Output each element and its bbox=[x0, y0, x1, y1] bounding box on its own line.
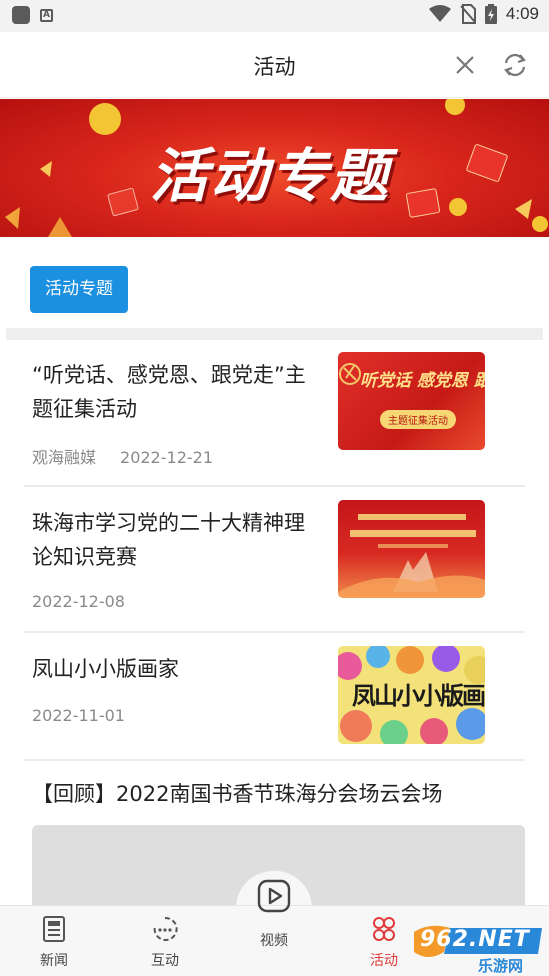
watermark-subtext: 乐游网 bbox=[478, 957, 524, 975]
article-date: 2022-12-21 bbox=[120, 448, 213, 467]
activity-icon bbox=[373, 917, 395, 941]
article-source: 观海融媒 bbox=[32, 448, 97, 467]
banner-title: 活动专题 bbox=[150, 142, 391, 210]
tab-news[interactable]: 新闻 bbox=[24, 914, 84, 970]
site-watermark: 962.NET 乐游网 bbox=[410, 922, 546, 975]
row-divider bbox=[24, 759, 525, 761]
play-icon bbox=[257, 879, 291, 913]
tab-label: 视频 bbox=[260, 933, 288, 949]
section-divider bbox=[6, 328, 543, 340]
activity-topic-button[interactable]: 活动专题 bbox=[30, 266, 128, 313]
tab-label: 活动 bbox=[370, 953, 398, 969]
status-bar: A 4:09 bbox=[0, 0, 549, 32]
battery-icon bbox=[484, 4, 497, 24]
article-item[interactable]: “听党话、感党恩、跟党走”主题征集活动 观海融媒 2022-12-21 听党话 感… bbox=[32, 352, 525, 478]
tab-interaction[interactable]: 互动 bbox=[135, 914, 195, 970]
article-title: “听党话、感党恩、跟党走”主题征集活动 bbox=[32, 363, 306, 421]
wifi-icon bbox=[428, 5, 451, 22]
tab-activity[interactable]: 活动 bbox=[354, 914, 414, 970]
notification-icon bbox=[12, 6, 30, 24]
article-thumbnail: 听党话 感党恩 跟党走 主题征集活动 bbox=[338, 352, 485, 450]
row-divider bbox=[24, 631, 525, 633]
tab-label: 新闻 bbox=[40, 953, 68, 969]
article-meta: 观海融媒 2022-12-21 bbox=[32, 444, 213, 468]
article-title: 凤山小小版画家 bbox=[32, 657, 179, 681]
thumbnail-title: 听党话 感党恩 跟党走 bbox=[360, 371, 485, 391]
font-a-icon: A bbox=[40, 8, 53, 22]
article-date: 2022-12-08 bbox=[32, 592, 125, 611]
activity-banner[interactable]: 活动专题 bbox=[0, 99, 549, 237]
article-title: 珠海市学习党的二十大精神理论知识竞赛 bbox=[32, 511, 305, 569]
close-icon[interactable] bbox=[450, 50, 480, 80]
article-meta: 2022-11-01 bbox=[32, 706, 125, 725]
article-thumbnail: 凤山小小版画家 bbox=[338, 646, 485, 744]
article-thumbnail bbox=[338, 500, 485, 598]
article-meta: 2022-12-08 bbox=[32, 592, 125, 611]
thumbnail-subtitle: 主题征集活动 bbox=[380, 410, 456, 429]
status-time: 4:09 bbox=[505, 4, 539, 23]
article-item[interactable]: 凤山小小版画家 2022-11-01 凤山小小版画家 bbox=[32, 646, 525, 762]
newspaper-icon bbox=[43, 916, 65, 942]
interaction-icon bbox=[153, 916, 178, 941]
review-title[interactable]: 【回顾】2022南国书香节珠海分会场云会场 bbox=[32, 778, 442, 808]
no-sim-icon bbox=[460, 4, 476, 24]
title-bar: 活动 bbox=[0, 32, 549, 98]
tab-video[interactable]: 视频 bbox=[244, 878, 304, 950]
article-date: 2022-11-01 bbox=[32, 706, 125, 725]
article-item[interactable]: 珠海市学习党的二十大精神理论知识竞赛 2022-12-08 bbox=[32, 500, 525, 616]
row-divider bbox=[24, 485, 525, 487]
refresh-icon[interactable] bbox=[499, 49, 531, 81]
tab-label: 互动 bbox=[151, 953, 179, 969]
thumbnail-title: 凤山小小版画家 bbox=[352, 682, 485, 710]
watermark-text: 962.NET bbox=[420, 927, 530, 952]
